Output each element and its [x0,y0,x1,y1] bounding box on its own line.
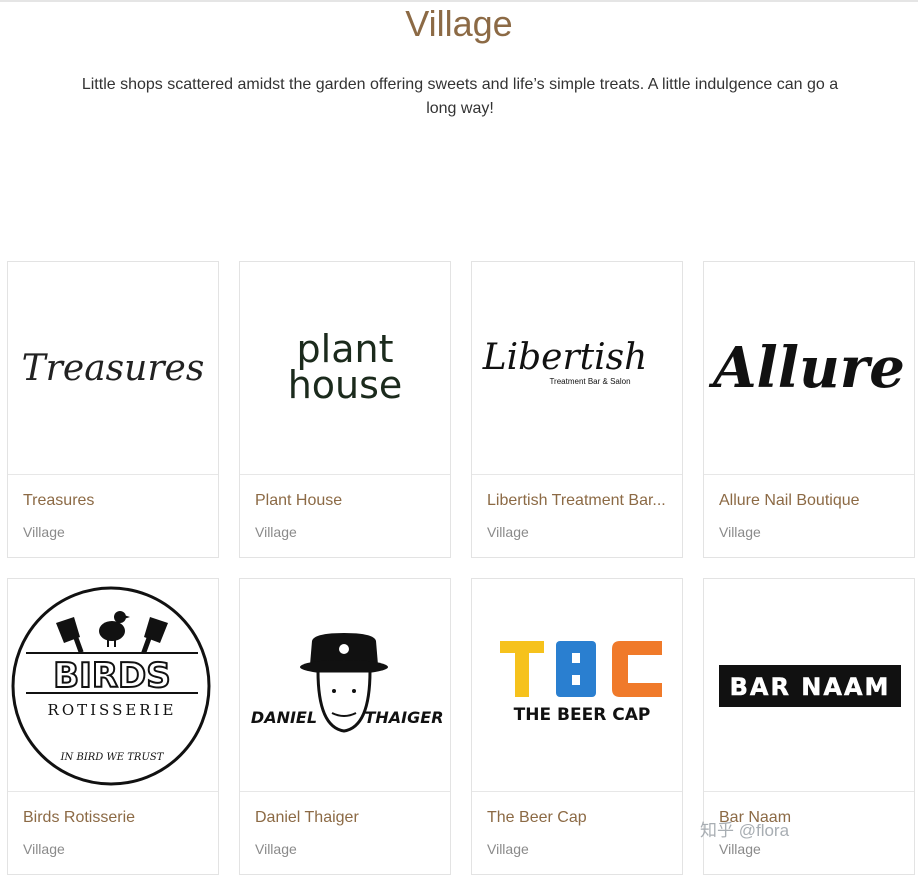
logo-text: Treasures [22,348,205,389]
shop-category: Village [23,524,65,540]
page-description: Little shops scattered amidst the garden… [81,76,839,117]
logo-text-daniel: DANIEL [251,708,317,727]
shop-card-allure[interactable]: Allure Allure Nail Boutique Village [703,261,915,558]
logo-text-house: house [288,363,403,407]
shop-category: Village [719,841,761,857]
shop-card-libertish[interactable]: Libertish Treatment Bar & Salon Libertis… [471,261,683,558]
shop-card-treasures[interactable]: Treasures Treasures Village [7,261,219,558]
shop-name[interactable]: Treasures [23,492,211,510]
shop-logo-plant-house: plant house [240,262,450,475]
logo-text: BIRDS [53,656,170,696]
watermark: 知乎 @flora [700,821,790,840]
shop-logo-libertish: Libertish Treatment Bar & Salon [472,262,682,475]
shop-card-plant-house[interactable]: plant house Plant House Village [239,261,451,558]
logo-text: Libertish [482,337,648,378]
shop-category: Village [255,524,297,540]
shop-category: Village [487,841,529,857]
shop-logo-tbc: THE BEER CAP [472,579,682,792]
shop-logo-bar-naam: BAR NAAM [704,579,914,792]
shop-name[interactable]: Daniel Thaiger [255,809,443,827]
shop-logo-allure: Allure [704,262,914,475]
logo-subtext: THE BEER CAP [514,705,651,725]
shop-logo-daniel-thaiger: DANIEL THAIGER [240,579,450,792]
shop-category: Village [255,841,297,857]
logo-tagline: IN BIRD WE TRUST [60,752,165,763]
logo-text-thaiger: THAIGER [364,708,443,727]
shop-category: Village [487,524,529,540]
shop-category: Village [719,524,761,540]
logo-subtext: ROTISSERIE [48,701,177,719]
logo-text: BAR NAAM [730,673,891,701]
shop-name[interactable]: Libertish Treatment Bar... [487,492,675,510]
shop-card-the-beer-cap[interactable]: THE BEER CAP The Beer Cap Village [471,578,683,875]
page-title: Village [405,3,513,44]
shop-card-birds-rotisserie[interactable]: BIRDS ROTISSERIE IN BIRD WE TRUST Birds … [7,578,219,875]
logo-text: Allure [708,335,905,401]
shop-logo-birds: BIRDS ROTISSERIE IN BIRD WE TRUST [8,579,218,792]
logo-subtext: Treatment Bar & Salon [549,377,630,386]
shop-name[interactable]: The Beer Cap [487,809,675,827]
shop-name[interactable]: Birds Rotisserie [23,809,211,827]
shop-logo-treasures: Treasures [8,262,218,475]
shop-name[interactable]: Allure Nail Boutique [719,492,907,510]
shop-category: Village [23,841,65,857]
shop-card-daniel-thaiger[interactable]: DANIEL THAIGER Daniel Thaiger Village [239,578,451,875]
shop-name[interactable]: Plant House [255,492,443,510]
